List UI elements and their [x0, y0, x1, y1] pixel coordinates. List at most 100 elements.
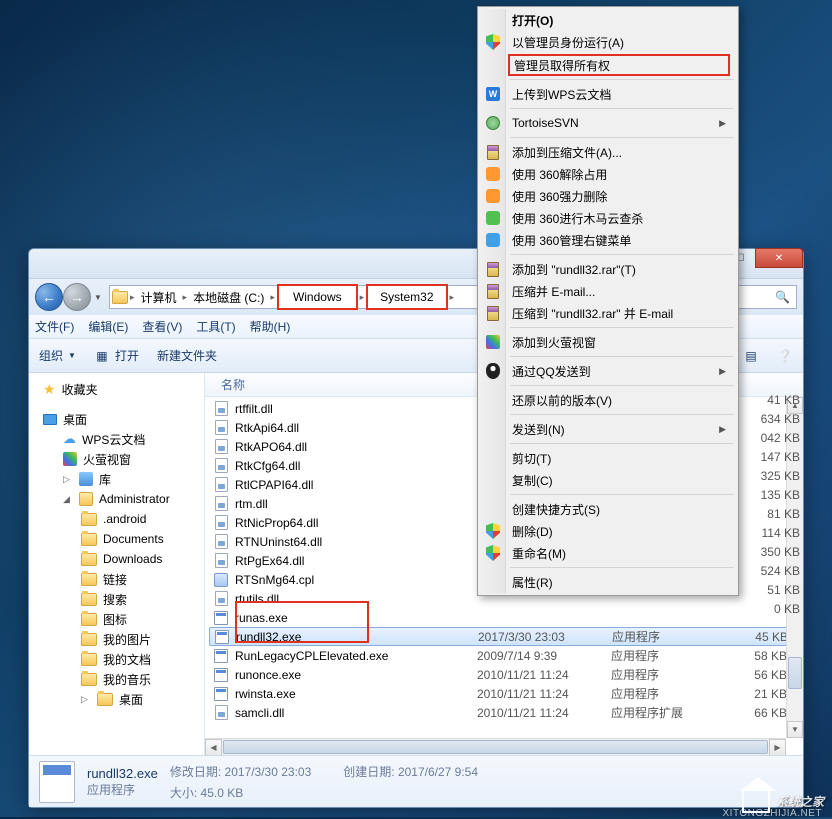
chevron-right-icon[interactable]: ▸	[360, 292, 365, 303]
file-row[interactable]: runas.exe	[205, 608, 803, 627]
breadcrumb-drive[interactable]: 本地磁盘 (C:)	[189, 287, 268, 308]
details-filetype: 应用程序	[87, 781, 158, 798]
dll-icon	[213, 458, 229, 474]
360-green-icon	[486, 211, 500, 225]
forward-button[interactable]: →	[63, 283, 91, 311]
nav-desktop[interactable]: 桌面	[29, 409, 204, 429]
scroll-down-button[interactable]: ▼	[787, 721, 803, 738]
cm-qq-send[interactable]: 通过QQ发送到▶	[480, 360, 736, 382]
dll-icon	[213, 591, 229, 607]
file-name: runas.exe	[235, 611, 471, 625]
expand-icon[interactable]: ▷	[63, 474, 73, 485]
nav-favorites[interactable]: ★收藏夹	[29, 379, 204, 399]
file-date: 2009/7/14 9:39	[477, 649, 605, 663]
cm-rename[interactable]: 重命名(M)	[480, 542, 736, 564]
menu-help[interactable]: 帮助(H)	[250, 318, 291, 335]
shield-icon	[486, 545, 500, 561]
scroll-thumb-h[interactable]	[223, 740, 768, 754]
file-row[interactable]: rwinsta.exe2010/11/21 11:24应用程序21 KB	[205, 684, 803, 703]
nav-libraries[interactable]: ▷库	[29, 469, 204, 489]
col-name[interactable]: 名称	[213, 376, 457, 393]
breadcrumb-system32[interactable]: System32	[366, 284, 447, 310]
cm-delete[interactable]: 删除(D)	[480, 520, 736, 542]
cm-previous-versions[interactable]: 还原以前的版本(V)	[480, 389, 736, 411]
file-row[interactable]: rundll32.exe2017/3/30 23:03应用程序45 KB	[209, 627, 799, 646]
cm-add-archive[interactable]: 添加到压缩文件(A)...	[480, 141, 736, 163]
file-row[interactable]: samcli.dll2010/11/21 11:24应用程序扩展66 KB	[205, 703, 803, 722]
close-button[interactable]: ✕	[755, 248, 803, 268]
file-date: 2010/11/21 11:24	[477, 687, 605, 701]
exe-icon	[214, 629, 230, 645]
nav-mydocs[interactable]: 我的文档	[29, 649, 204, 669]
folder-icon	[81, 533, 97, 546]
cm-svn[interactable]: TortoiseSVN▶	[480, 112, 736, 134]
cm-open[interactable]: 打开(O)	[480, 9, 736, 31]
breadcrumb-computer[interactable]: 计算机	[137, 287, 181, 308]
cm-firefly[interactable]: 添加到火萤视窗	[480, 331, 736, 353]
collapse-icon[interactable]: ◢	[63, 494, 73, 505]
chevron-right-icon[interactable]: ▸	[270, 292, 275, 303]
file-size: 56 KB	[727, 668, 787, 682]
nav-downloads[interactable]: Downloads	[29, 549, 204, 569]
context-menu: 打开(O) 以管理员身份运行(A) 管理员取得所有权 W上传到WPS云文档 To…	[477, 6, 739, 596]
open-button[interactable]: ▦打开	[94, 347, 139, 364]
cm-360-force-delete[interactable]: 使用 360强力删除	[480, 185, 736, 207]
cm-360-trojan-scan[interactable]: 使用 360进行木马云查杀	[480, 207, 736, 229]
menu-edit[interactable]: 编辑(E)	[88, 318, 128, 335]
horizontal-scrollbar[interactable]: ◀ ▶	[205, 738, 786, 755]
nav-wps[interactable]: ☁WPS云文档	[29, 429, 204, 449]
nav-android[interactable]: .android	[29, 509, 204, 529]
file-name: rundll32.exe	[236, 630, 472, 644]
firefly-icon	[486, 335, 500, 349]
nav-links[interactable]: 链接	[29, 569, 204, 589]
dll-icon	[213, 477, 229, 493]
cm-shortcut[interactable]: 创建快捷方式(S)	[480, 498, 736, 520]
nav-pictures[interactable]: 图标	[29, 609, 204, 629]
help-button[interactable]: ❔	[777, 348, 793, 364]
cm-send-to[interactable]: 发送到(N)▶	[480, 418, 736, 440]
cm-360-menu[interactable]: 使用 360管理右键菜单	[480, 229, 736, 251]
nav-documents[interactable]: Documents	[29, 529, 204, 549]
file-row[interactable]: runonce.exe2010/11/21 11:24应用程序56 KB	[205, 665, 803, 684]
nav-search[interactable]: 搜索	[29, 589, 204, 609]
file-date: 2010/11/21 11:24	[477, 668, 605, 682]
nav-desk2[interactable]: ▷桌面	[29, 689, 204, 709]
nav-firefly[interactable]: 火萤视窗	[29, 449, 204, 469]
menu-view[interactable]: 查看(V)	[142, 318, 182, 335]
menu-tools[interactable]: 工具(T)	[196, 318, 235, 335]
breadcrumb-windows[interactable]: Windows	[277, 284, 358, 310]
new-folder-button[interactable]: 新建文件夹	[157, 347, 217, 364]
cm-360-unlock[interactable]: 使用 360解除占用	[480, 163, 736, 185]
cm-run-admin[interactable]: 以管理员身份运行(A)	[480, 31, 736, 53]
cm-copy[interactable]: 复制(C)	[480, 469, 736, 491]
nav-mymusic[interactable]: 我的音乐	[29, 669, 204, 689]
cm-cut[interactable]: 剪切(T)	[480, 447, 736, 469]
cm-add-rar[interactable]: 添加到 "rundll32.rar"(T)	[480, 258, 736, 280]
cm-compress-rar-email[interactable]: 压缩到 "rundll32.rar" 并 E-mail	[480, 302, 736, 324]
navigation-pane: ★收藏夹 桌面 ☁WPS云文档 火萤视窗 ▷库 ◢Administrator .…	[29, 373, 205, 755]
cm-compress-email[interactable]: 压缩并 E-mail...	[480, 280, 736, 302]
dll-icon	[213, 401, 229, 417]
organize-button[interactable]: 组织 ▼	[39, 347, 76, 364]
nav-history-dropdown[interactable]: ▼	[91, 287, 105, 307]
file-row[interactable]: RunLegacyCPLElevated.exe2009/7/14 9:39应用…	[205, 646, 803, 665]
chevron-right-icon[interactable]: ▸	[450, 292, 455, 303]
chevron-right-icon[interactable]: ▸	[130, 292, 135, 303]
cm-properties[interactable]: 属性(R)	[480, 571, 736, 593]
expand-icon[interactable]: ▷	[81, 694, 91, 705]
tortoisesvn-icon	[486, 116, 500, 130]
search-icon[interactable]: 🔍	[775, 290, 790, 304]
scroll-right-button[interactable]: ▶	[769, 739, 786, 755]
folder-icon	[81, 653, 97, 666]
cm-wps-upload[interactable]: W上传到WPS云文档	[480, 83, 736, 105]
cm-take-ownership[interactable]: 管理员取得所有权	[508, 54, 730, 76]
scroll-thumb[interactable]	[788, 657, 802, 689]
nav-mypictures[interactable]: 我的图片	[29, 629, 204, 649]
menu-file[interactable]: 文件(F)	[35, 318, 74, 335]
chevron-right-icon[interactable]: ▸	[183, 292, 188, 303]
nav-admin[interactable]: ◢Administrator	[29, 489, 204, 509]
scroll-left-button[interactable]: ◀	[205, 739, 222, 755]
rar-icon	[487, 284, 499, 299]
preview-pane-button[interactable]: ▤	[743, 348, 759, 364]
back-button[interactable]: ←	[35, 283, 63, 311]
